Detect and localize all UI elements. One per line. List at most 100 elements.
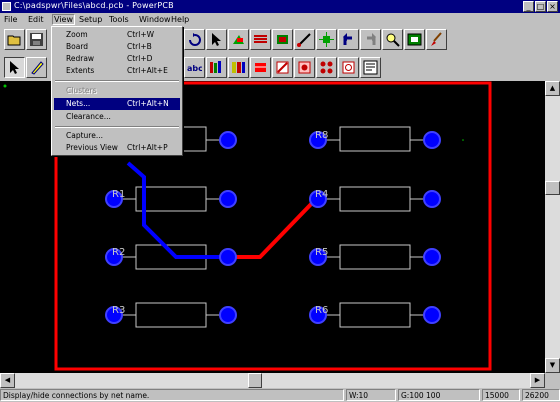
svg-text:abc: abc bbox=[187, 64, 202, 73]
view-menu-dropdown: Zoom Ctrl+W Board Ctrl+B Redraw Ctrl+D Exte… bbox=[51, 26, 183, 156]
ecad-button[interactable] bbox=[360, 57, 381, 78]
select-mode-button[interactable] bbox=[4, 57, 25, 78]
library-button[interactable] bbox=[206, 57, 227, 78]
horizontal-scroll-thumb[interactable] bbox=[248, 373, 262, 388]
menu-window[interactable]: Window bbox=[138, 14, 172, 25]
component-icon bbox=[342, 61, 355, 74]
grid-button[interactable] bbox=[294, 57, 315, 78]
copper-button[interactable] bbox=[272, 29, 293, 50]
arrow-pointer-icon bbox=[10, 61, 19, 74]
horizontal-scrollbar[interactable]: ◀ ▶ bbox=[0, 373, 545, 388]
decal-button[interactable] bbox=[272, 57, 293, 78]
abc-text-icon: abc bbox=[187, 64, 202, 73]
menu-item-nets[interactable]: Nets... Ctrl+Alt+N bbox=[54, 98, 180, 110]
menu-item-zoom[interactable]: Zoom Ctrl+W bbox=[54, 29, 180, 41]
parts-icon bbox=[232, 62, 245, 73]
refdes-r3: R3 bbox=[112, 305, 125, 316]
scroll-right-button[interactable]: ▶ bbox=[530, 373, 545, 388]
refdes-r2: R2 bbox=[112, 247, 125, 258]
scroll-down-button[interactable]: ▼ bbox=[545, 358, 560, 373]
menu-setup[interactable]: Setup bbox=[78, 14, 103, 25]
save-disk-icon bbox=[30, 33, 43, 46]
zoom-button[interactable] bbox=[382, 29, 403, 50]
parts-button[interactable] bbox=[228, 57, 249, 78]
select-button[interactable] bbox=[206, 29, 227, 50]
redraw-button[interactable] bbox=[426, 29, 447, 50]
origin-marker bbox=[3, 84, 7, 88]
undo-arrow-icon bbox=[343, 33, 352, 45]
vertical-scrollbar[interactable]: ▲ ▼ bbox=[545, 81, 560, 373]
redo-arrow-icon bbox=[367, 33, 376, 45]
minimize-button[interactable]: _ bbox=[523, 1, 534, 12]
status-message: Display/hide connections by net name. bbox=[0, 389, 344, 401]
pads-button[interactable] bbox=[316, 57, 337, 78]
refdes-r4: R4 bbox=[315, 189, 328, 200]
text-button[interactable]: abc bbox=[184, 57, 205, 78]
refdes-r6: R6 bbox=[315, 305, 328, 316]
pad[interactable] bbox=[423, 131, 441, 149]
menu-view[interactable]: View bbox=[52, 14, 75, 25]
pad[interactable] bbox=[219, 248, 237, 266]
pad[interactable] bbox=[219, 306, 237, 324]
menu-help[interactable]: Help bbox=[170, 14, 190, 25]
pour-icon bbox=[255, 63, 266, 72]
refdes-r8: R8 bbox=[315, 130, 328, 141]
drafting-button[interactable] bbox=[26, 57, 47, 78]
books-icon bbox=[210, 61, 221, 73]
rotate-button[interactable] bbox=[184, 29, 205, 50]
menu-item-extents[interactable]: Extents Ctrl+Alt+E bbox=[54, 65, 180, 77]
pour-button[interactable] bbox=[250, 57, 271, 78]
refdes-r5: R5 bbox=[315, 247, 328, 258]
board-view-icon bbox=[407, 33, 422, 46]
pad[interactable] bbox=[423, 190, 441, 208]
status-y-coordinate: 26200 bbox=[522, 389, 560, 401]
grid-icon bbox=[298, 61, 311, 74]
open-button[interactable] bbox=[4, 29, 25, 50]
menu-item-capture[interactable]: Capture... bbox=[54, 130, 180, 142]
menu-edit[interactable]: Edit bbox=[27, 14, 45, 25]
menu-item-clusters: Clusters bbox=[66, 86, 97, 95]
scroll-up-button[interactable]: ▲ bbox=[545, 81, 560, 96]
menu-item-previous-view[interactable]: Previous View Ctrl+Alt+P bbox=[54, 142, 180, 154]
pad[interactable] bbox=[219, 131, 237, 149]
vertical-scroll-thumb[interactable] bbox=[545, 181, 560, 195]
pad[interactable] bbox=[423, 248, 441, 266]
arrow-pointer-icon bbox=[212, 33, 221, 46]
menu-separator bbox=[55, 126, 179, 128]
save-button[interactable] bbox=[26, 29, 47, 50]
status-grid: G:100 100 bbox=[398, 389, 480, 401]
grid-dot bbox=[462, 139, 464, 141]
pads-icon bbox=[320, 61, 333, 74]
close-button[interactable]: × bbox=[547, 1, 558, 12]
route-lines-icon bbox=[254, 35, 267, 43]
pad[interactable] bbox=[423, 306, 441, 324]
menu-item-redraw[interactable]: Redraw Ctrl+D bbox=[54, 53, 180, 65]
brush-icon bbox=[431, 32, 442, 46]
trace-button[interactable] bbox=[294, 29, 315, 50]
undo-button[interactable] bbox=[338, 29, 359, 50]
status-x-coordinate: 15000 bbox=[482, 389, 520, 401]
magnifier-icon bbox=[386, 33, 400, 47]
menu-item-board[interactable]: Board Ctrl+B bbox=[54, 41, 180, 53]
pad[interactable] bbox=[219, 190, 237, 208]
window-title: C:\padspwr\Files\abcd.pcb - PowerPCB bbox=[14, 1, 174, 10]
menu-bar: File Edit View Setup Tools Window Help bbox=[0, 13, 560, 26]
ecad-icon bbox=[363, 60, 378, 75]
rotate-icon bbox=[189, 33, 201, 46]
view-board-button[interactable] bbox=[404, 29, 425, 50]
menu-tools[interactable]: Tools bbox=[108, 14, 130, 25]
via-icon bbox=[319, 32, 334, 47]
route-button[interactable] bbox=[250, 29, 271, 50]
redo-button[interactable] bbox=[360, 29, 381, 50]
menu-item-clearance[interactable]: Clearance... bbox=[54, 111, 180, 123]
maximize-button[interactable]: □ bbox=[535, 1, 546, 12]
copper-icon bbox=[277, 35, 288, 44]
design-toolbar-button[interactable] bbox=[228, 29, 249, 50]
menu-file[interactable]: File bbox=[3, 14, 18, 25]
design-icon bbox=[233, 35, 244, 44]
via-button[interactable] bbox=[316, 29, 337, 50]
component-button[interactable] bbox=[338, 57, 359, 78]
decal-icon bbox=[276, 61, 289, 74]
scroll-corner bbox=[545, 373, 560, 388]
scroll-left-button[interactable]: ◀ bbox=[0, 373, 15, 388]
